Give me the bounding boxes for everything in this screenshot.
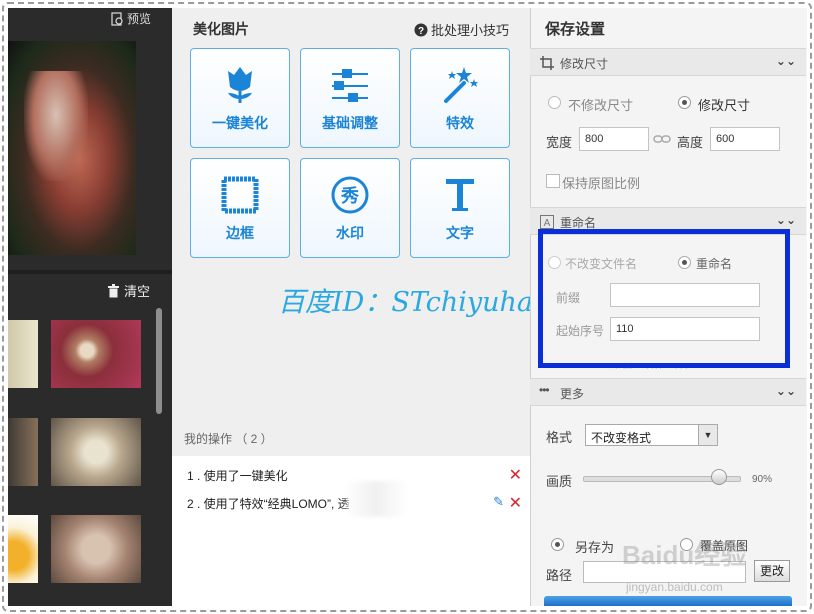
thumbnail[interactable] bbox=[8, 418, 38, 486]
edit-pencil-icon[interactable]: ✎ bbox=[493, 494, 504, 510]
rename-icon: A bbox=[540, 215, 554, 229]
question-icon: ? bbox=[414, 23, 428, 37]
format-select[interactable]: 不改变格式 ▼ bbox=[585, 424, 718, 446]
collapse-chevron-icon[interactable]: ⌄⌄ bbox=[776, 213, 796, 227]
overwrite-label: 覆盖原图 bbox=[700, 539, 749, 553]
quality-value: 90% bbox=[752, 474, 773, 485]
tile-label: 一键美化 bbox=[212, 115, 268, 131]
crop-icon bbox=[540, 56, 554, 70]
operation-text: 1 . 使用了一键美化 bbox=[187, 469, 288, 483]
quality-label: 画质 bbox=[546, 474, 573, 489]
more-header-label: 更多 bbox=[560, 387, 585, 401]
format-select-value: 不改变格式 bbox=[591, 431, 652, 445]
thumbnail-scrollbar[interactable] bbox=[156, 308, 162, 414]
preview-label: 预览 bbox=[127, 12, 152, 26]
thumbnail[interactable] bbox=[51, 515, 141, 583]
quality-slider[interactable] bbox=[583, 469, 741, 485]
tile-label: 特效 bbox=[446, 115, 474, 131]
height-input[interactable] bbox=[710, 127, 780, 151]
tile-label: 文字 bbox=[446, 225, 474, 241]
save-as-label: 另存为 bbox=[575, 540, 615, 555]
preview-button[interactable]: 预览 bbox=[110, 10, 151, 27]
batch-tips-label: 批处理小技巧 bbox=[431, 23, 510, 38]
save-as-radio[interactable] bbox=[551, 538, 564, 551]
thumbnail[interactable] bbox=[51, 320, 141, 388]
width-label: 宽度 bbox=[546, 135, 573, 150]
change-path-label: 更改 bbox=[759, 564, 784, 578]
more-dots-icon: ••• bbox=[539, 383, 550, 397]
overwrite-radio[interactable] bbox=[680, 538, 693, 551]
tile-label: 边框 bbox=[226, 225, 254, 241]
tile-one-click-beautify[interactable]: 一键美化 bbox=[190, 48, 290, 148]
tile-text[interactable]: 文字 bbox=[410, 158, 510, 258]
app-window: 预览 清空 美化图片 ? 批处理小技巧 一键美化 基础调整 特效 边框 秀 水印… bbox=[0, 0, 814, 614]
delete-icon[interactable]: ✕ bbox=[509, 465, 522, 485]
height-label: 高度 bbox=[677, 135, 704, 150]
frame-icon bbox=[221, 176, 259, 214]
resize-label: 修改尺寸 bbox=[698, 98, 751, 113]
svg-text:A: A bbox=[544, 218, 551, 229]
trash-icon bbox=[108, 283, 119, 297]
tile-border[interactable]: 边框 bbox=[190, 158, 290, 258]
watermark-icon: 秀 bbox=[331, 176, 369, 214]
thumbnail[interactable] bbox=[8, 320, 38, 388]
collapse-chevron-icon[interactable]: ⌄⌄ bbox=[776, 54, 796, 68]
sliders-icon bbox=[332, 69, 368, 102]
preview-image bbox=[8, 41, 136, 255]
resize-header-label: 修改尺寸 bbox=[560, 57, 609, 71]
delete-icon[interactable]: ✕ bbox=[509, 493, 522, 513]
dropdown-arrow-icon[interactable]: ▼ bbox=[698, 425, 717, 445]
width-input[interactable] bbox=[579, 127, 649, 151]
watermark-overlay-text: 百度ID：STchiyuhai bbox=[278, 287, 538, 318]
text-icon bbox=[446, 179, 474, 211]
svg-text:?: ? bbox=[418, 26, 424, 37]
no-resize-radio[interactable] bbox=[548, 96, 561, 109]
thumbnail[interactable] bbox=[51, 418, 141, 486]
tile-watermark[interactable]: 秀 水印 bbox=[300, 158, 400, 258]
image-list-panel: 预览 清空 bbox=[8, 8, 172, 606]
clear-label: 清空 bbox=[124, 284, 151, 299]
svg-text:秀: 秀 bbox=[340, 186, 359, 207]
keep-ratio-label: 保持原图比例 bbox=[562, 176, 641, 191]
save-settings-title: 保存设置 bbox=[545, 21, 606, 38]
batch-tips-link[interactable]: ? 批处理小技巧 bbox=[414, 20, 509, 39]
keep-ratio-checkbox[interactable] bbox=[546, 174, 560, 188]
thumbnail[interactable] bbox=[8, 515, 38, 583]
tile-effects[interactable]: 特效 bbox=[410, 48, 510, 148]
operation-item[interactable]: 2 . 使用了特效“经典LOMO”, 透 ✎ ✕ bbox=[187, 481, 522, 517]
slider-thumb[interactable] bbox=[711, 469, 727, 485]
collapse-chevron-icon[interactable]: ⌄⌄ bbox=[776, 384, 796, 398]
magic-wand-icon bbox=[444, 67, 478, 103]
tile-label: 基础调整 bbox=[322, 115, 378, 131]
tulip-icon bbox=[228, 67, 252, 103]
preview-icon bbox=[111, 11, 123, 26]
panel-divider bbox=[8, 270, 172, 274]
more-section-header[interactable]: ••• 更多 ⌄⌄ bbox=[530, 378, 806, 406]
no-resize-label: 不修改尺寸 bbox=[568, 98, 634, 113]
clear-button[interactable]: 清空 bbox=[107, 281, 150, 300]
beautify-title: 美化图片 bbox=[193, 21, 249, 37]
baidu-url-text: jingyan.baidu.com bbox=[626, 580, 723, 594]
link-ratio-icon[interactable] bbox=[653, 133, 671, 145]
save-button-edge[interactable] bbox=[544, 596, 792, 606]
change-path-button[interactable]: 更改 bbox=[754, 560, 790, 582]
path-label: 路径 bbox=[546, 568, 573, 583]
format-label: 格式 bbox=[546, 430, 573, 445]
blurred-region bbox=[345, 481, 407, 517]
tile-label: 水印 bbox=[336, 225, 364, 241]
resize-radio[interactable] bbox=[678, 96, 691, 109]
highlight-box bbox=[538, 229, 790, 368]
resize-section-header[interactable]: 修改尺寸 ⌄⌄ bbox=[530, 48, 806, 76]
tile-basic-adjust[interactable]: 基础调整 bbox=[300, 48, 400, 148]
operations-title: 我的操作 （ 2 ） bbox=[184, 432, 273, 446]
